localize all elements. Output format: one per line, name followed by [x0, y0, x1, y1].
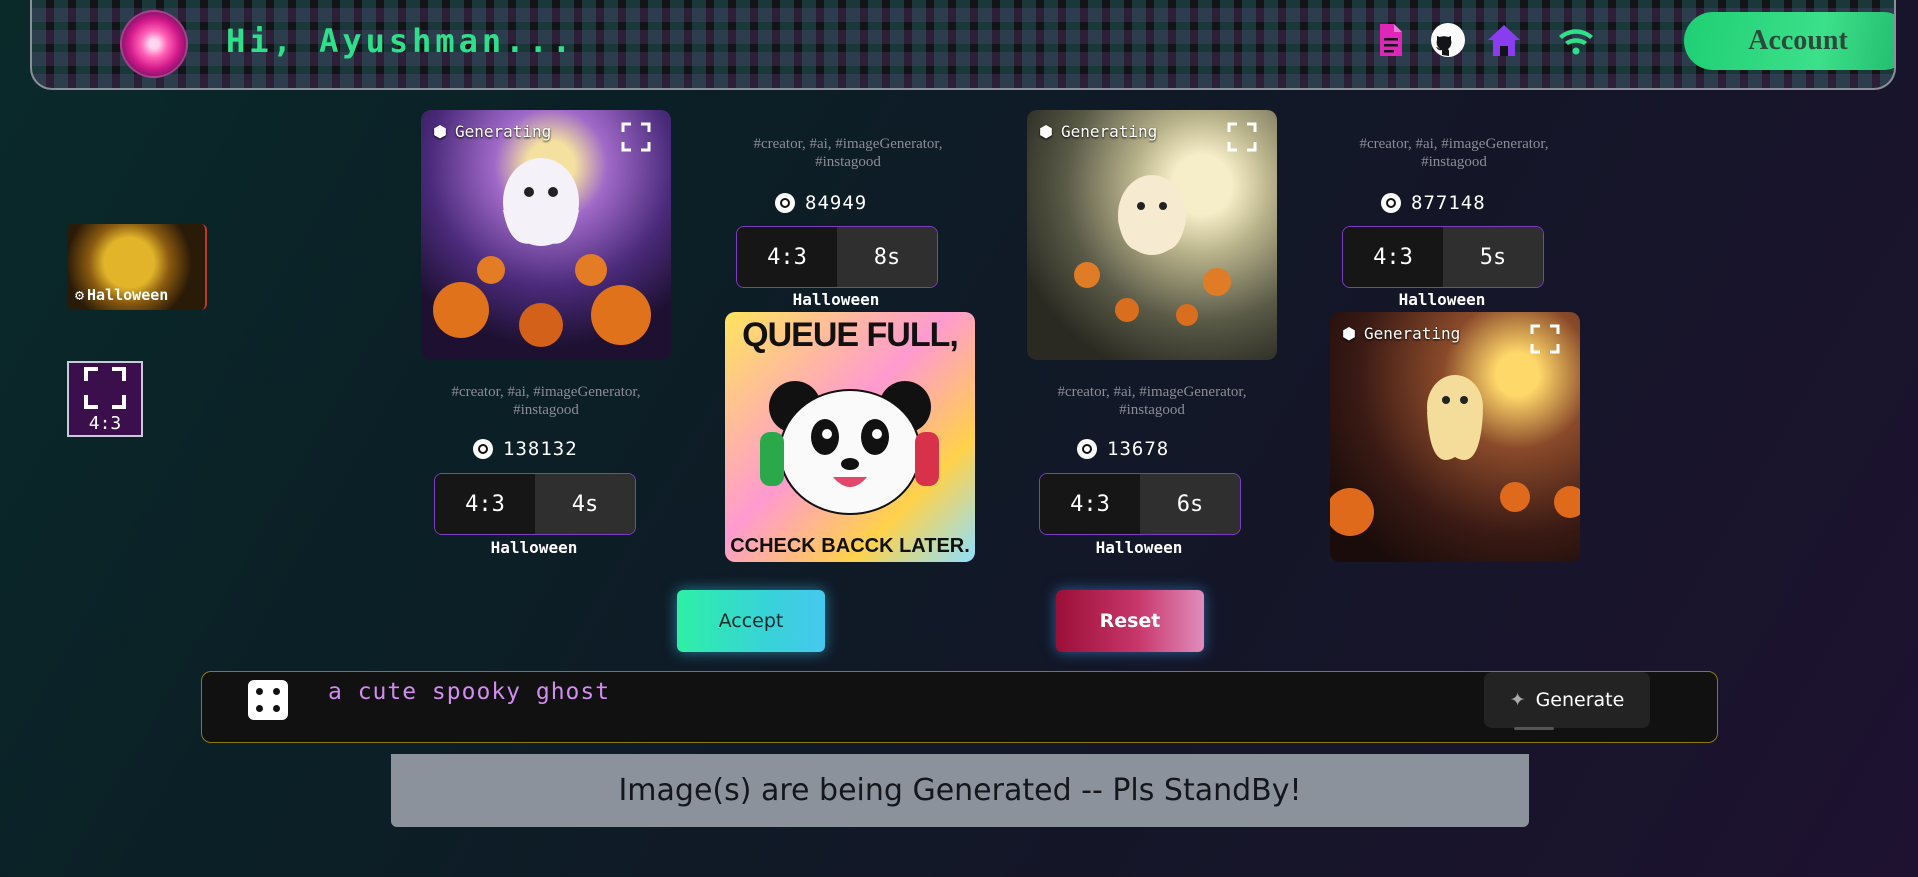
image-meta: 4:3 4s — [434, 473, 636, 535]
expand-icon[interactable] — [1530, 324, 1560, 354]
aspect-ratio-button[interactable]: 4:3 — [67, 361, 143, 437]
image-tags: #creator, #ai, #imageGenerator, #instago… — [1057, 384, 1247, 418]
ratio-value: 4:3 — [435, 474, 535, 534]
reset-button[interactable]: Reset — [1056, 590, 1204, 652]
time-value: 6s — [1140, 474, 1240, 534]
style-name: Halloween — [1398, 290, 1486, 309]
cube-icon: ⬢ — [433, 122, 447, 141]
image-tags: #creator, #ai, #imageGenerator, #instago… — [753, 136, 943, 170]
prompt-input[interactable] — [326, 678, 1230, 706]
seed-display: 13678 — [1077, 438, 1169, 460]
queue-full-image[interactable]: QUEUE FULL, CCHECK BACCK LATER. — [725, 312, 975, 562]
image-meta: 4:3 8s — [736, 226, 938, 288]
seed-icon — [1077, 439, 1097, 459]
style-name: Halloween — [1095, 538, 1183, 557]
generated-image[interactable]: ⬢ Generating — [421, 110, 671, 360]
account-button[interactable]: Account — [1684, 12, 1894, 70]
gear-icon: ⚙ — [75, 286, 85, 304]
image-tags: #creator, #ai, #imageGenerator, #instago… — [1359, 136, 1549, 170]
random-dice-icon[interactable] — [248, 680, 288, 720]
home-icon[interactable] — [1484, 20, 1524, 60]
image-meta: 4:3 5s — [1342, 226, 1544, 288]
seed-display: 138132 — [473, 438, 578, 460]
style-thumbnail-halloween[interactable]: ⚙ Halloween — [67, 224, 207, 310]
generate-progress — [1514, 727, 1554, 730]
ratio-value: 4:3 — [1343, 227, 1443, 287]
generating-status: ⬢ Generating — [1039, 122, 1158, 141]
status-message: Image(s) are being Generated -- Pls Stan… — [391, 754, 1529, 827]
style-name: Halloween — [792, 290, 880, 309]
wifi-icon — [1559, 29, 1593, 55]
generate-button[interactable]: ✦ Generate — [1484, 672, 1650, 730]
image-meta: 4:3 6s — [1039, 473, 1241, 535]
expand-icon[interactable] — [621, 122, 651, 152]
greeting-text: Hi, Ayushman... — [226, 22, 575, 60]
seed-icon — [473, 439, 493, 459]
seed-display: 84949 — [775, 192, 867, 214]
generate-label: Generate — [1535, 689, 1625, 711]
ratio-value: 4:3 — [1040, 474, 1140, 534]
seed-display: 877148 — [1381, 192, 1486, 214]
time-value: 8s — [837, 227, 937, 287]
time-value: 4s — [535, 474, 635, 534]
generated-image[interactable]: ⬢ Generating — [1330, 312, 1580, 562]
accept-button[interactable]: Accept — [677, 590, 825, 652]
github-icon[interactable] — [1428, 20, 1468, 60]
top-header: Hi, Ayushman... Account — [30, 0, 1896, 90]
generating-status: ⬢ Generating — [433, 122, 552, 141]
image-tags: #creator, #ai, #imageGenerator, #instago… — [451, 384, 641, 418]
seed-icon — [1381, 193, 1401, 213]
seed-icon — [775, 193, 795, 213]
sparkle-icon: ✦ — [1509, 689, 1526, 711]
aspect-ratio-label: 4:3 — [88, 412, 122, 434]
image-caption-bottom: CCHECK BACCK LATER. — [730, 535, 970, 557]
generating-status: ⬢ Generating — [1342, 324, 1461, 343]
cube-icon: ⬢ — [1342, 324, 1356, 343]
time-value: 5s — [1443, 227, 1543, 287]
style-thumbnail-label: ⚙ Halloween — [75, 286, 169, 304]
cube-icon: ⬢ — [1039, 122, 1053, 141]
fullscreen-icon — [84, 366, 126, 409]
expand-icon[interactable] — [1227, 122, 1257, 152]
style-name: Halloween — [490, 538, 578, 557]
document-icon[interactable] — [1370, 20, 1410, 60]
generated-image[interactable]: ⬢ Generating — [1027, 110, 1277, 360]
ratio-value: 4:3 — [737, 227, 837, 287]
avatar[interactable] — [120, 10, 188, 78]
prompt-bar: ✦ Generate — [201, 671, 1718, 743]
